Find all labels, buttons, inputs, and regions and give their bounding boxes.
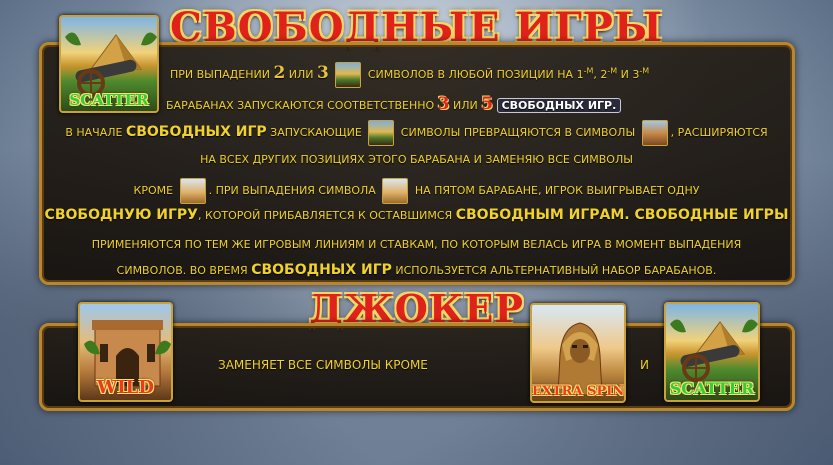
free-games-line-7: применяются по тем же игровым линиям и с… [91, 238, 742, 251]
emphasis: свободным играм. Свободные игры [455, 207, 789, 223]
extra-spin-label: EXTRA SPIN [532, 384, 625, 399]
number: 3 [317, 63, 329, 83]
free-games-line-3: В начале свободных игр запускающие симво… [0, 120, 833, 146]
wild-symbol-icon: WILD [78, 302, 173, 402]
sphinx-mini-icon [382, 178, 409, 204]
emphasis: свободных игр [125, 124, 267, 140]
scatter-symbol-icon: SCATTER [59, 15, 159, 113]
emphasis: свободных игр [251, 262, 392, 278]
extra-spin-symbol-icon: EXTRA SPIN [530, 303, 626, 403]
scatter-symbol-icon-2: SCATTER [664, 302, 760, 402]
text: При выпадении [170, 68, 270, 81]
text: , расширяются [670, 126, 768, 139]
text: . При выпадения символа [208, 184, 376, 197]
emphasis: свободную игру [44, 207, 198, 223]
text: символов в любой позиции на [367, 68, 574, 81]
suffix: -м [639, 66, 650, 76]
joker-description: заменяет все символы кроме [218, 358, 428, 372]
text: В начале [65, 126, 123, 139]
highlight-text: свободных игр. [496, 98, 622, 113]
text: или [288, 68, 314, 81]
wild-mini-icon [641, 120, 668, 146]
scatter-label-2: SCATTER [669, 379, 755, 398]
text: символов. Во время [116, 264, 248, 277]
text: барабанах запускаются соответственно [166, 99, 435, 112]
text: на пятом барабане, игрок выигрывает одну [414, 184, 700, 197]
text: запускающие [270, 126, 362, 139]
free-games-line-2: барабанах запускаются соответственно 3 и… [166, 94, 622, 114]
text: кроме [133, 184, 174, 197]
scatter-label: SCATTER [69, 91, 149, 109]
free-games-line-5: кроме . При выпадения символа на пятом б… [0, 178, 833, 204]
text: символы превращяются в символы [400, 126, 636, 139]
suffix: -м [607, 66, 618, 76]
reel-number: 1 [576, 68, 584, 81]
text: или [453, 99, 478, 112]
text: и [620, 68, 629, 81]
and-text: и [640, 358, 649, 372]
sphinx-mini-icon [179, 178, 206, 204]
number: 2 [273, 63, 286, 83]
number: 3 [437, 94, 450, 114]
free-games-line-4: на всех других позициях этого барабана и… [200, 153, 633, 166]
number: 5 [481, 94, 494, 114]
text: используется альтернативный набор бараба… [395, 264, 717, 277]
free-games-line-1: При выпадении 2 или 3 символов в любой п… [170, 62, 649, 88]
wild-label: WILD [97, 377, 154, 398]
scatter-mini-icon [368, 120, 395, 146]
text: , которой прибавляется к оставшимся [197, 209, 453, 222]
free-games-line-8: символов. Во время свободных игр использ… [0, 262, 833, 278]
free-games-line-6: свободную игру, которой прибавляется к о… [0, 207, 833, 223]
suffix: -м [583, 66, 594, 76]
scatter-mini-icon [335, 62, 362, 88]
